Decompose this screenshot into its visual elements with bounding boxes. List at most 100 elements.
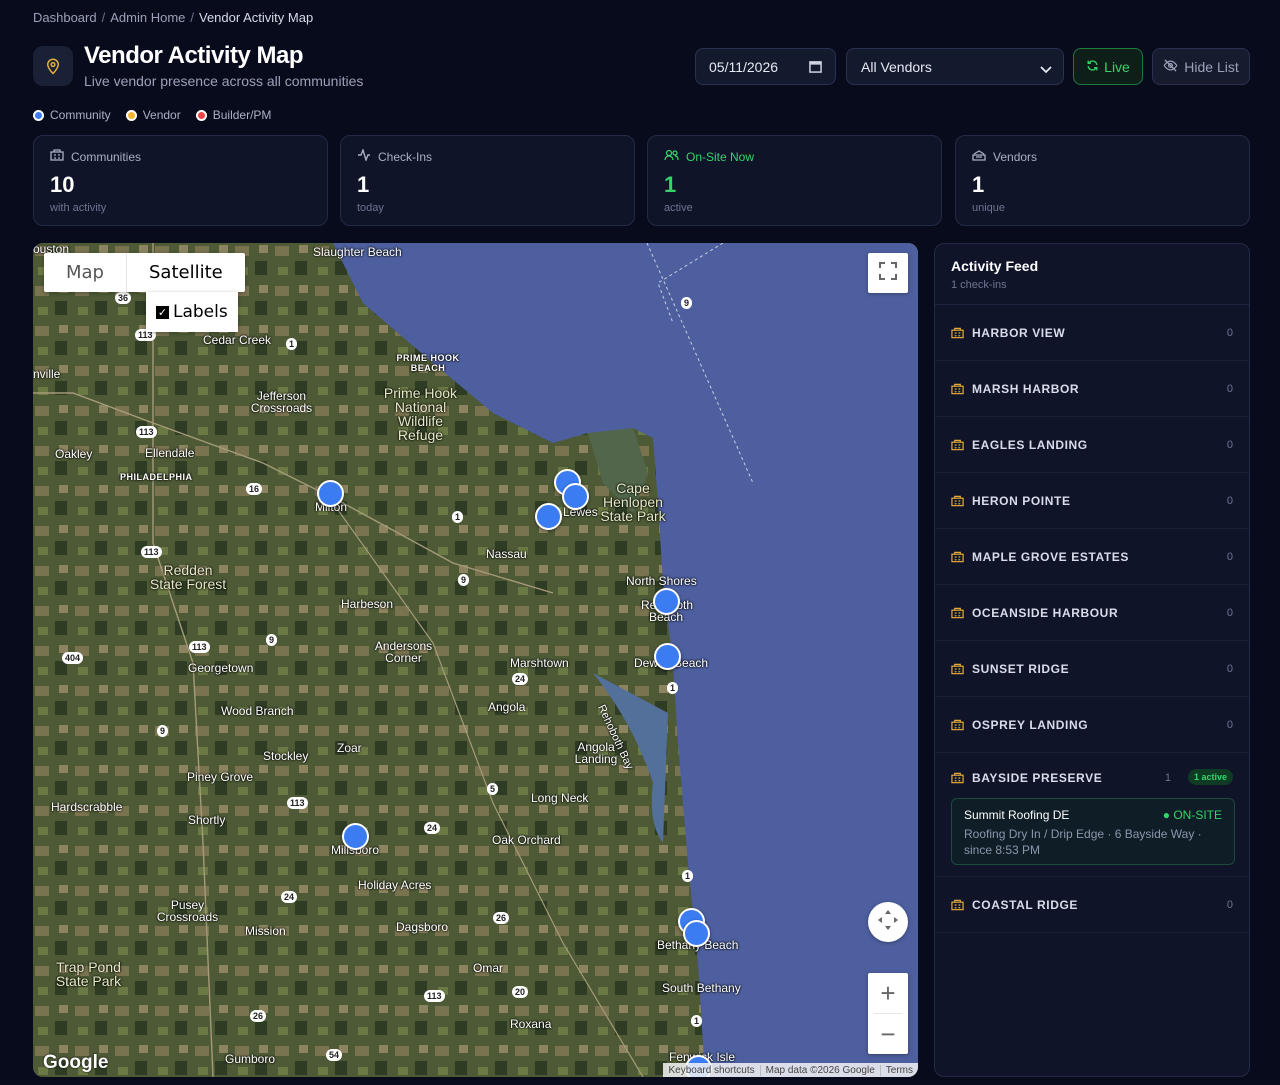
route-shield: 113	[141, 546, 162, 558]
feed-item-name: HARBOR VIEW	[972, 325, 1066, 340]
eye-off-icon	[1163, 58, 1178, 76]
feed-item-eagles-landing[interactable]: EAGLES LANDING 0	[935, 417, 1249, 473]
map-type-satellite-button[interactable]: Satellite	[126, 253, 245, 292]
feed-item-heron-pointe[interactable]: HERON POINTE 0	[935, 473, 1249, 529]
feed-item-name: HERON POINTE	[972, 493, 1071, 508]
breadcrumb: Dashboard / Admin Home / Vendor Activity Map	[33, 10, 314, 25]
breadcrumb-admin-home[interactable]: Admin Home	[110, 10, 185, 25]
checkin-card[interactable]: Summit Roofing DE ● ON-SITE Roofing Dry In…	[951, 798, 1235, 865]
route-shield: 36	[115, 292, 132, 304]
stat-checkins: Check-Ins 1 today	[340, 135, 635, 226]
feed-item-count: 0	[1226, 606, 1233, 619]
map-label-north-shores: North Shores	[626, 574, 697, 588]
users-icon	[664, 149, 679, 164]
camera-control-button[interactable]	[868, 902, 908, 942]
map-label-holiday-acres: Holiday Acres	[358, 878, 432, 892]
live-button[interactable]: Live	[1073, 48, 1143, 85]
map-label-mission: Mission	[245, 924, 286, 938]
feed-item-harbor-view[interactable]: HARBOR VIEW 0	[935, 305, 1249, 361]
community-marker[interactable]	[317, 480, 344, 507]
chevron-down-icon	[1040, 62, 1052, 78]
stat-sub: active	[664, 202, 693, 214]
building-icon	[951, 772, 964, 784]
stat-onsite: On-Site Now 1 active	[647, 135, 942, 226]
hide-list-button[interactable]: Hide List	[1152, 48, 1250, 85]
building-icon	[951, 383, 964, 395]
map-label-angola-landing: Angola Landing	[574, 740, 618, 766]
vendor-select[interactable]: All Vendors	[846, 48, 1064, 85]
route-shield: 1	[691, 1015, 703, 1027]
community-marker[interactable]	[654, 643, 681, 670]
terms-link[interactable]: Terms	[879, 1064, 918, 1076]
feed-item-name: OSPREY LANDING	[972, 717, 1089, 732]
building-icon	[951, 327, 964, 339]
route-shield: 24	[512, 673, 529, 685]
feed-item-count: 0	[1226, 326, 1233, 339]
route-shield: 24	[281, 891, 298, 903]
map-data-text: Map data ©2026 Google	[759, 1064, 880, 1076]
map-attribution: Keyboard shortcuts Map data ©2026 Google…	[663, 1063, 918, 1077]
feed-item-bayside-preserve[interactable]: BAYSIDE PRESERVE 1 1 active Summit Roofing …	[935, 753, 1249, 877]
checkin-status: ● ON-SITE	[1162, 808, 1222, 822]
map-label-nassau: Nassau	[486, 547, 527, 561]
stat-sub: unique	[972, 202, 1006, 214]
map-label-south-bethany: South Bethany	[662, 981, 741, 995]
map-label-hardscrabble: Hardscrabble	[51, 800, 123, 814]
feed-item-count: 0	[1226, 494, 1233, 507]
zoom-in-button[interactable]: +	[868, 973, 908, 1013]
stat-value: 1	[972, 172, 985, 197]
date-input[interactable]: 05/11/2026	[695, 48, 836, 85]
refresh-icon	[1086, 59, 1099, 75]
labels-toggle-label: Labels	[173, 302, 228, 322]
stat-communities: Communities 10 with activity	[33, 135, 328, 226]
feed-item-count: 0	[1226, 382, 1233, 395]
map-label-dagsboro: Dagsboro	[396, 920, 449, 934]
map-label-shortly: Shortly	[188, 813, 226, 827]
checkin-detail: Roofing Dry In / Drip Edge · 6 Bayside W…	[964, 827, 1202, 857]
map-label-marshtown: Marshtown	[510, 656, 569, 670]
feed-item-coastal-ridge[interactable]: COASTAL RIDGE 0	[935, 877, 1249, 933]
feed-item-name: SUNSET RIDGE	[972, 661, 1070, 676]
community-marker[interactable]	[653, 588, 680, 615]
community-marker[interactable]	[562, 483, 589, 510]
live-label: Live	[1104, 58, 1130, 75]
building-icon	[951, 719, 964, 731]
map-label-cape-henlopen: Cape Henlopen State Park	[600, 480, 666, 524]
community-marker[interactable]	[535, 503, 562, 530]
feed-item-marsh-harbor[interactable]: MARSH HARBOR 0	[935, 361, 1249, 417]
feed-item-count: 0	[1226, 438, 1233, 451]
activity-icon	[357, 147, 371, 164]
route-shield: 9	[458, 574, 470, 586]
route-shield: 54	[326, 1049, 343, 1061]
route-shield: 1	[667, 682, 679, 694]
zoom-out-button[interactable]: −	[868, 1014, 908, 1054]
stat-value: 1	[357, 172, 370, 197]
vendor-map[interactable]: Slaughter Beach Cedar Creek PRIME HOOK B…	[33, 243, 918, 1077]
stat-label: Check-Ins	[378, 149, 433, 164]
feed-item-count: 0	[1226, 662, 1233, 675]
labels-toggle[interactable]: ✓ Labels	[146, 292, 238, 332]
feed-item-name: COASTAL RIDGE	[972, 897, 1079, 912]
feed-item-maple-grove-estates[interactable]: MAPLE GROVE ESTATES 0	[935, 529, 1249, 585]
truck-icon	[972, 149, 986, 164]
community-marker[interactable]	[342, 823, 369, 850]
map-label-pusey-crossroads: Pusey Crossroads	[156, 898, 219, 924]
feed-item-osprey-landing[interactable]: OSPREY LANDING 0	[935, 697, 1249, 753]
breadcrumb-dashboard[interactable]: Dashboard	[33, 10, 97, 25]
map-label-harbeson: Harbeson	[341, 597, 394, 611]
community-marker[interactable]	[683, 920, 710, 947]
activity-feed-header: Activity Feed 1 check-ins	[935, 244, 1249, 305]
map-type-map-button[interactable]: Map	[44, 253, 126, 292]
activity-feed-subtitle: 1 check-ins	[951, 279, 1007, 291]
map-pin-icon	[33, 46, 73, 86]
stat-sub: today	[357, 202, 384, 214]
checkbox-checked-icon[interactable]: ✓	[156, 305, 169, 319]
feed-item-oceanside-harbour[interactable]: OCEANSIDE HARBOUR 0	[935, 585, 1249, 641]
feed-item-sunset-ridge[interactable]: SUNSET RIDGE 0	[935, 641, 1249, 697]
fullscreen-button[interactable]	[868, 253, 908, 293]
fullscreen-icon	[879, 261, 897, 285]
calendar-icon[interactable]	[809, 60, 822, 76]
map-label-oak-orchard: Oak Orchard	[492, 833, 561, 847]
keyboard-shortcuts-link[interactable]: Keyboard shortcuts	[663, 1065, 759, 1076]
route-shield: 9	[266, 634, 278, 646]
